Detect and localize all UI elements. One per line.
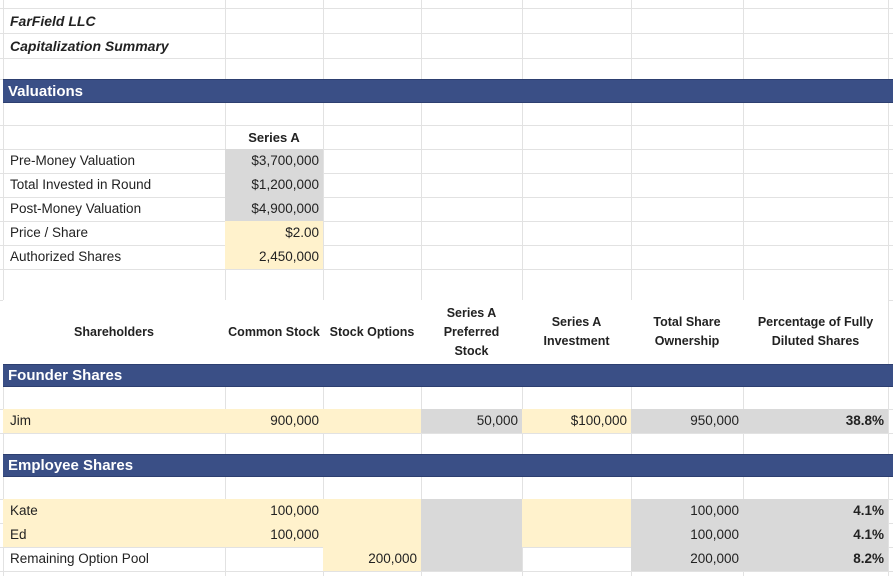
series-a-preferred-cell[interactable]	[421, 499, 522, 523]
series-a-investment-cell[interactable]	[522, 523, 631, 547]
col-header-shareholders[interactable]: Shareholders	[3, 300, 225, 364]
section-header-valuations[interactable]: Valuations	[3, 79, 893, 103]
stock-options-cell[interactable]: 200,000	[323, 547, 421, 571]
section-header-founder-shares[interactable]: Founder Shares	[3, 364, 893, 387]
common-stock-cell[interactable]: 100,000	[225, 499, 323, 523]
shareholder-name[interactable]: Jim	[3, 409, 225, 433]
stock-options-cell[interactable]	[323, 499, 421, 523]
valuation-value-post-money[interactable]: $4,900,000	[225, 197, 323, 221]
series-a-investment-cell[interactable]: $100,000	[522, 409, 631, 433]
sheet-subtitle[interactable]: Capitalization Summary	[3, 33, 225, 58]
col-header-series-a-preferred[interactable]: Series A Preferred Stock	[421, 300, 522, 364]
valuation-label-total-invested[interactable]: Total Invested in Round	[3, 173, 225, 197]
valuation-value-pre-money[interactable]: $3,700,000	[225, 149, 323, 173]
section-header-employee-shares[interactable]: Employee Shares	[3, 454, 893, 477]
gridline	[0, 269, 893, 270]
stock-options-cell[interactable]	[323, 523, 421, 547]
total-ownership-cell[interactable]: 950,000	[631, 409, 743, 433]
col-header-total-ownership[interactable]: Total Share Ownership	[631, 300, 743, 364]
common-stock-cell[interactable]	[225, 547, 323, 571]
col-header-common-stock[interactable]: Common Stock	[225, 300, 323, 364]
col-header-pct-fully-diluted[interactable]: Percentage of Fully Diluted Shares	[743, 300, 888, 364]
stock-options-cell[interactable]	[323, 409, 421, 433]
spreadsheet-grid: FarField LLC Capitalization Summary Valu…	[0, 0, 893, 576]
series-a-preferred-cell[interactable]	[421, 547, 522, 571]
series-a-investment-cell[interactable]	[522, 499, 631, 523]
common-stock-cell[interactable]: 900,000	[225, 409, 323, 433]
valuation-label-pre-money[interactable]: Pre-Money Valuation	[3, 149, 225, 173]
common-stock-cell[interactable]: 100,000	[225, 523, 323, 547]
pct-fully-diluted-cell[interactable]: 4.1%	[743, 523, 888, 547]
valuation-label-authorized-shares[interactable]: Authorized Shares	[3, 245, 225, 269]
shareholder-name[interactable]: Remaining Option Pool	[3, 547, 225, 571]
pct-fully-diluted-cell[interactable]: 4.1%	[743, 499, 888, 523]
valuation-label-price-share[interactable]: Price / Share	[3, 221, 225, 245]
valuation-series-header[interactable]: Series A	[225, 125, 323, 149]
valuation-value-total-invested[interactable]: $1,200,000	[225, 173, 323, 197]
valuation-value-authorized-shares[interactable]: 2,450,000	[225, 245, 323, 269]
pct-fully-diluted-cell[interactable]: 38.8%	[743, 409, 888, 433]
valuation-value-price-share[interactable]: $2.00	[225, 221, 323, 245]
total-ownership-cell[interactable]: 100,000	[631, 523, 743, 547]
gridline	[0, 125, 893, 126]
series-a-preferred-cell[interactable]: 50,000	[421, 409, 522, 433]
shareholder-name[interactable]: Ed	[3, 523, 225, 547]
company-title[interactable]: FarField LLC	[3, 8, 225, 33]
total-ownership-cell[interactable]: 200,000	[631, 547, 743, 571]
col-header-series-a-investment[interactable]: Series A Investment	[522, 300, 631, 364]
total-ownership-cell[interactable]: 100,000	[631, 499, 743, 523]
valuation-label-post-money[interactable]: Post-Money Valuation	[3, 197, 225, 221]
col-header-stock-options[interactable]: Stock Options	[323, 300, 421, 364]
gridline	[0, 433, 893, 434]
series-a-investment-cell[interactable]	[522, 547, 631, 571]
series-a-preferred-cell[interactable]	[421, 523, 522, 547]
shareholder-name[interactable]: Kate	[3, 499, 225, 523]
pct-fully-diluted-cell[interactable]: 8.2%	[743, 547, 888, 571]
gridline	[0, 58, 893, 59]
gridline	[0, 571, 893, 572]
